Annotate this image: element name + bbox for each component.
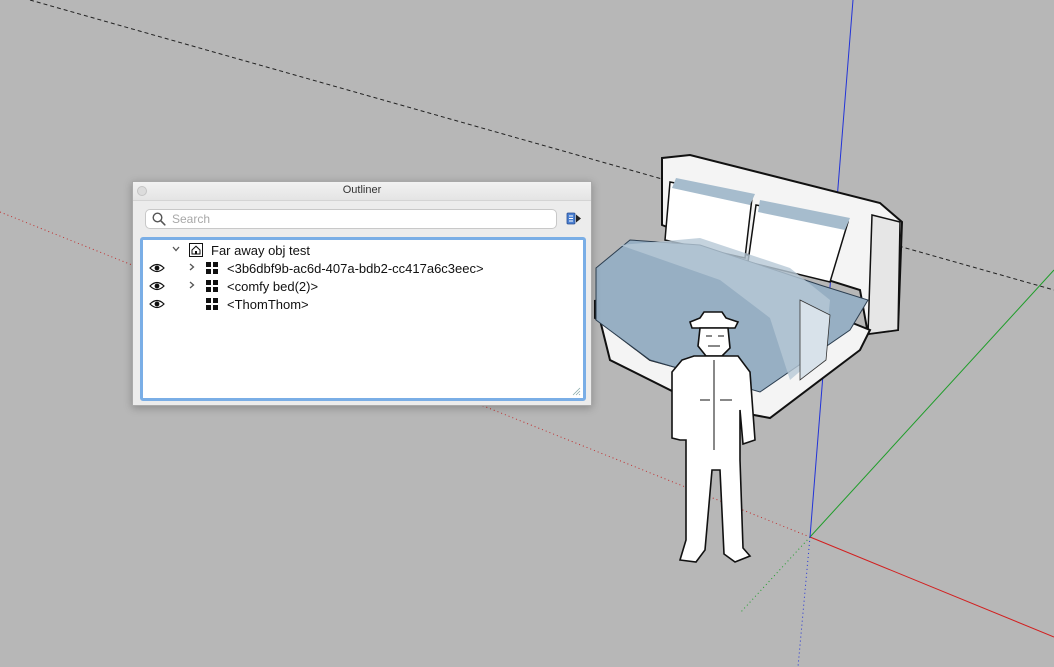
tree-root-label: Far away obj test (211, 243, 310, 258)
outliner-tree[interactable]: Far away obj test <3b6dbf9b-ac6d-407a-bd… (140, 237, 586, 401)
tree-item-row[interactable]: <3b6dbf9b-ac6d-407a-bdb2-cc417a6c3eec> (143, 259, 583, 277)
tree-root-row[interactable]: Far away obj test (143, 241, 583, 259)
details-menu-icon[interactable] (565, 210, 583, 228)
eye-icon[interactable] (149, 263, 165, 273)
model-icon (189, 243, 203, 257)
outliner-titlebar[interactable]: Outliner (133, 182, 591, 201)
panel-title: Outliner (342, 184, 382, 196)
component-icon (206, 298, 218, 310)
tree-item-label: <comfy bed(2)> (227, 279, 319, 294)
chevron-down-icon[interactable] (171, 244, 181, 254)
search-input[interactable] (172, 211, 542, 227)
component-icon (206, 262, 218, 274)
search-icon (152, 212, 166, 226)
resize-grip-icon[interactable] (571, 386, 581, 396)
search-box[interactable] (145, 209, 557, 229)
eye-icon[interactable] (149, 281, 165, 291)
chevron-right-icon[interactable] (187, 262, 197, 272)
tree-item-row[interactable]: <ThomThom> (143, 295, 583, 313)
eye-icon[interactable] (149, 299, 165, 309)
tree-item-label: <ThomThom> (227, 297, 309, 312)
outliner-panel: Outliner Far away obj test (132, 181, 592, 406)
chevron-right-icon[interactable] (187, 280, 197, 290)
red-axis (809, 536, 1054, 638)
tree-item-row[interactable]: <comfy bed(2)> (143, 277, 583, 295)
tree-item-label: <3b6dbf9b-ac6d-407a-bdb2-cc417a6c3eec> (227, 261, 484, 276)
component-icon (206, 280, 218, 292)
green-axis-dotted (739, 536, 811, 614)
blue-axis-dotted (797, 536, 811, 667)
